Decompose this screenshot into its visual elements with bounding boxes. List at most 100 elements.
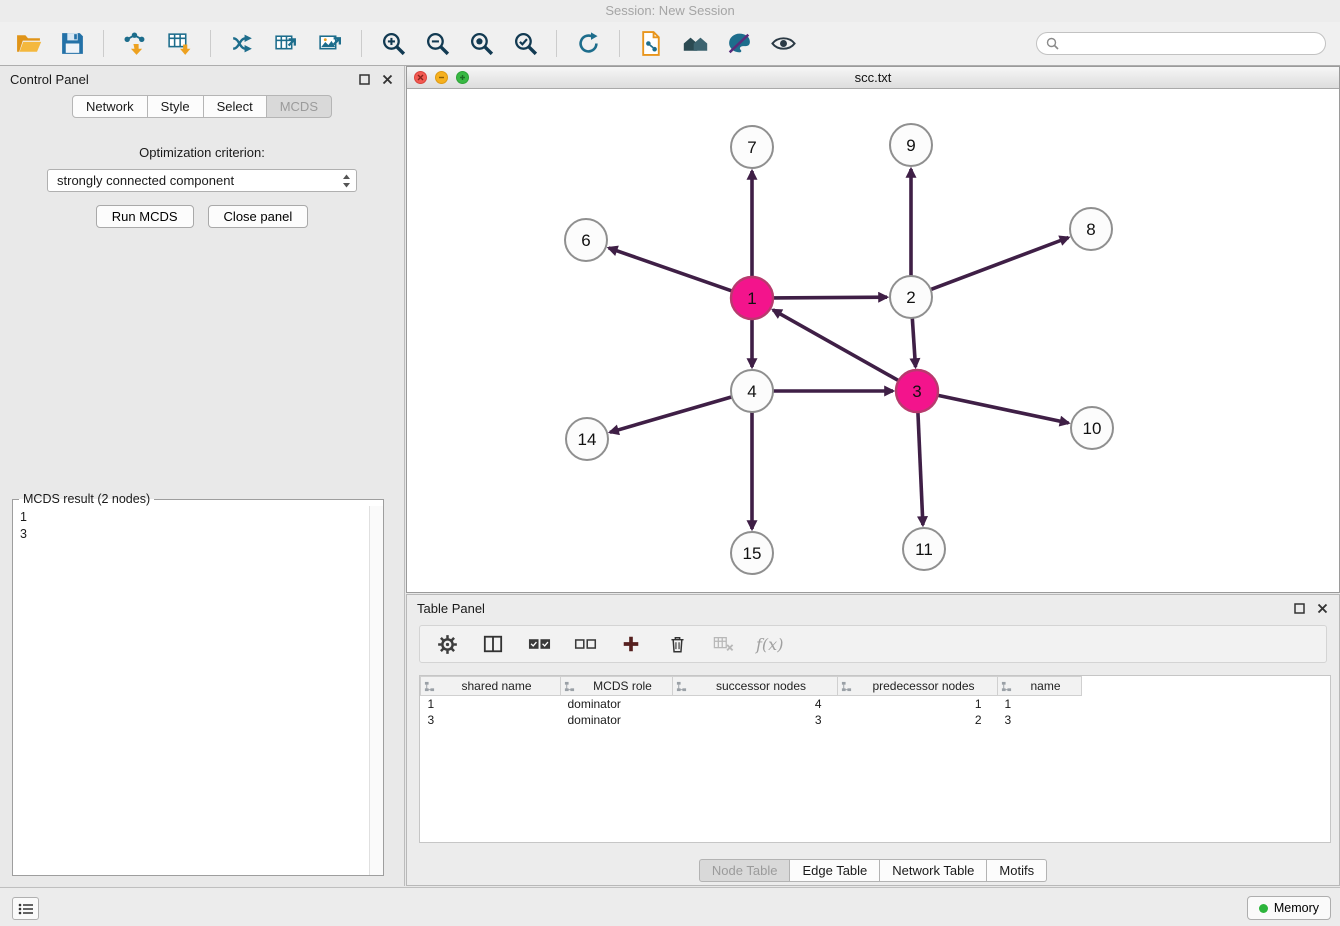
- network-file-button[interactable]: [633, 26, 669, 62]
- search-box[interactable]: [1036, 32, 1326, 55]
- tab-edge-table[interactable]: Edge Table: [790, 859, 880, 882]
- deselect-all-columns-button[interactable]: [572, 631, 598, 657]
- network-view-window: scc.txt 7968124314101511: [406, 66, 1340, 593]
- float-panel-button[interactable]: [357, 73, 371, 87]
- zoom-in-button[interactable]: [375, 26, 411, 62]
- mcds-result-item[interactable]: 3: [20, 526, 376, 543]
- node-table: shared nameMCDS rolesuccessor nodesprede…: [420, 676, 1082, 728]
- float-icon: [1294, 603, 1305, 614]
- zoom-fit-button[interactable]: [463, 26, 499, 62]
- table-cell[interactable]: 1: [998, 696, 1082, 712]
- zoom-selected-button[interactable]: [507, 26, 543, 62]
- zoom-out-button[interactable]: [419, 26, 455, 62]
- tab-network-table[interactable]: Network Table: [880, 859, 987, 882]
- memory-button[interactable]: Memory: [1247, 896, 1331, 920]
- tab-motifs[interactable]: Motifs: [987, 859, 1047, 882]
- visibility-button[interactable]: [765, 26, 801, 62]
- search-input[interactable]: [1065, 37, 1316, 51]
- main-toolbar: [0, 22, 1340, 66]
- open-session-button[interactable]: [10, 26, 46, 62]
- column-header-shared-name[interactable]: shared name: [421, 677, 561, 696]
- table-cell[interactable]: 2: [838, 712, 998, 728]
- import-table-button[interactable]: [161, 26, 197, 62]
- toolbar-separator: [556, 30, 557, 57]
- table-cell[interactable]: dominator: [561, 696, 673, 712]
- tab-node-table[interactable]: Node Table: [699, 859, 791, 882]
- network-from-selection-button[interactable]: [224, 26, 260, 62]
- table-cell[interactable]: 3: [673, 712, 838, 728]
- show-panels-button[interactable]: [12, 897, 39, 920]
- toolbar-separator: [619, 30, 620, 57]
- network-canvas[interactable]: 7968124314101511: [407, 89, 1339, 592]
- status-bar: Memory: [0, 887, 1340, 926]
- table-cell[interactable]: 3: [998, 712, 1082, 728]
- mcds-result-item[interactable]: 1: [20, 509, 376, 526]
- close-window-button[interactable]: [414, 71, 427, 84]
- close-panel-button[interactable]: [1315, 602, 1329, 616]
- home-button[interactable]: [677, 26, 713, 62]
- maximize-window-button[interactable]: [456, 71, 469, 84]
- node-label-6: 6: [581, 231, 590, 250]
- table-row[interactable]: 1dominator411: [421, 696, 1082, 712]
- memory-label: Memory: [1274, 901, 1319, 915]
- float-panel-button[interactable]: [1292, 602, 1306, 616]
- memory-status-dot: [1259, 904, 1268, 913]
- style-button[interactable]: [721, 26, 757, 62]
- apply-layout-button[interactable]: [570, 26, 606, 62]
- result-scrollbar[interactable]: [369, 506, 383, 875]
- tab-network[interactable]: Network: [72, 95, 148, 118]
- select-all-icon: [528, 637, 551, 651]
- minimize-window-button[interactable]: [435, 71, 448, 84]
- maximize-icon: [459, 74, 466, 81]
- close-icon: [417, 74, 424, 81]
- toolbar-separator: [361, 30, 362, 57]
- table-settings-button[interactable]: [434, 631, 460, 657]
- edge-3-10[interactable]: [938, 395, 1069, 423]
- table-cell[interactable]: 1: [838, 696, 998, 712]
- plus-icon: [621, 634, 641, 654]
- delete-column-button[interactable]: [664, 631, 690, 657]
- chevron-up-down-icon: [342, 174, 351, 191]
- node-label-3: 3: [912, 382, 921, 401]
- run-mcds-button[interactable]: Run MCDS: [96, 205, 194, 228]
- edge-2-8[interactable]: [931, 238, 1069, 290]
- edge-4-14[interactable]: [610, 397, 732, 432]
- network-graph: 7968124314101511: [407, 89, 1339, 592]
- control-panel: Control Panel NetworkStyleSelectMCDS Opt…: [0, 66, 405, 886]
- edge-3-1[interactable]: [773, 310, 899, 381]
- select-all-columns-button[interactable]: [526, 631, 552, 657]
- tab-style[interactable]: Style: [148, 95, 204, 118]
- table-cell[interactable]: 4: [673, 696, 838, 712]
- show-column-panel-button[interactable]: [480, 631, 506, 657]
- edge-3-11[interactable]: [918, 412, 923, 525]
- column-header-MCDS-role[interactable]: MCDS role: [561, 677, 673, 696]
- tab-mcds[interactable]: MCDS: [267, 95, 332, 118]
- create-column-button[interactable]: [618, 631, 644, 657]
- export-image-button[interactable]: [312, 26, 348, 62]
- node-label-15: 15: [743, 544, 762, 563]
- table-cell[interactable]: 3: [421, 712, 561, 728]
- split-columns-icon: [483, 634, 503, 654]
- table-cell[interactable]: 1: [421, 696, 561, 712]
- mcds-result-box: MCDS result (2 nodes) 13: [12, 492, 384, 876]
- save-session-button[interactable]: [54, 26, 90, 62]
- edge-2-3[interactable]: [912, 318, 915, 367]
- tab-select[interactable]: Select: [204, 95, 267, 118]
- toolbar-separator: [210, 30, 211, 57]
- close-panel-action-button[interactable]: Close panel: [208, 205, 309, 228]
- column-header-predecessor-nodes[interactable]: predecessor nodes: [838, 677, 998, 696]
- import-network-button[interactable]: [117, 26, 153, 62]
- column-header-successor-nodes[interactable]: successor nodes: [673, 677, 838, 696]
- criterion-dropdown[interactable]: strongly connected component: [47, 169, 357, 192]
- import-network-icon: [122, 30, 149, 57]
- table-row[interactable]: 3dominator323: [421, 712, 1082, 728]
- close-panel-button[interactable]: [380, 73, 394, 87]
- node-label-11: 11: [915, 540, 933, 559]
- column-header-name[interactable]: name: [998, 677, 1082, 696]
- export-table-button[interactable]: [268, 26, 304, 62]
- table-cell[interactable]: dominator: [561, 712, 673, 728]
- edge-1-2[interactable]: [773, 297, 887, 298]
- edge-1-6[interactable]: [609, 248, 733, 291]
- optimization-criterion-label: Optimization criterion:: [0, 145, 404, 160]
- toolbar-separator: [103, 30, 104, 57]
